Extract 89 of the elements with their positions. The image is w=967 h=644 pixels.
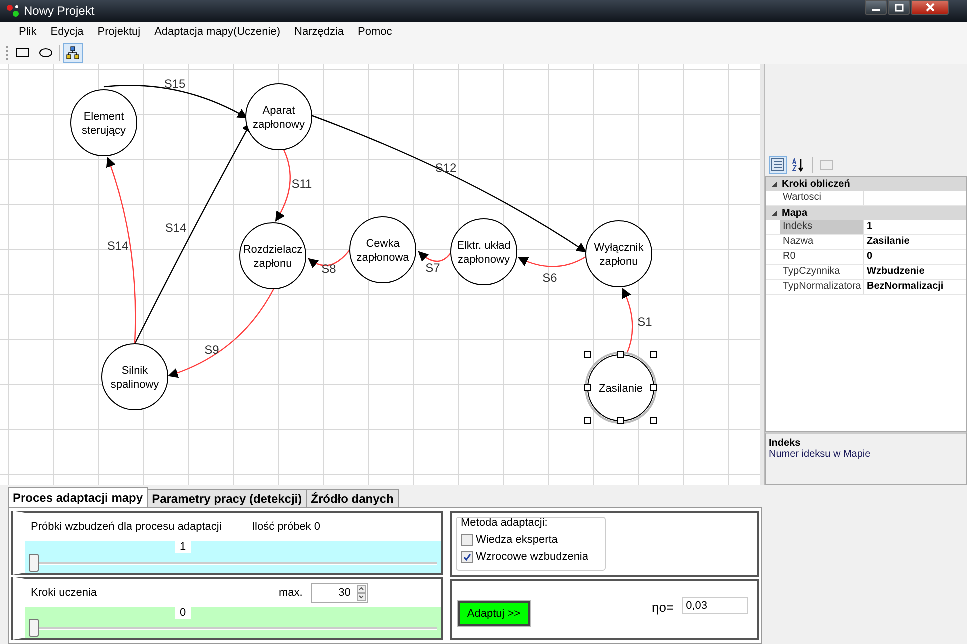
edge-label: S7 bbox=[426, 261, 440, 275]
expand-icon[interactable] bbox=[770, 180, 778, 188]
map-node[interactable] bbox=[70, 90, 138, 156]
resize-handle[interactable] bbox=[618, 352, 624, 358]
steps-label: Kroki uczenia bbox=[31, 586, 98, 598]
sample-count: Ilość próbek 0 bbox=[252, 521, 320, 533]
resize-handle[interactable] bbox=[584, 384, 592, 392]
resize-handle[interactable] bbox=[584, 418, 592, 424]
map-node[interactable] bbox=[350, 216, 416, 284]
map-node[interactable] bbox=[450, 218, 518, 286]
close-button[interactable] bbox=[911, 0, 949, 15]
app-icon bbox=[6, 4, 20, 18]
property-value[interactable]: 1 bbox=[864, 220, 966, 234]
hierarchy-icon[interactable] bbox=[63, 43, 83, 63]
property-name[interactable]: Indeks bbox=[780, 220, 864, 234]
tab[interactable]: Proces adaptacji mapy bbox=[8, 487, 148, 507]
edge-label: S6 bbox=[542, 271, 558, 285]
edge-label: S12 bbox=[435, 161, 457, 175]
edge-label: S9 bbox=[204, 343, 220, 357]
node-label: Aparat zapłonowy bbox=[253, 105, 305, 131]
property-name[interactable]: R0 bbox=[780, 250, 864, 264]
eta-field[interactable]: 0,03 bbox=[682, 597, 748, 614]
map-node[interactable] bbox=[246, 84, 312, 150]
adapt-button[interactable]: Adaptuj >> bbox=[458, 601, 530, 626]
node-label: Cewka zapłonowa bbox=[356, 238, 410, 264]
check-icon bbox=[462, 552, 472, 562]
property-name[interactable]: TypCzynnika bbox=[780, 265, 864, 279]
edge-label: S8 bbox=[322, 262, 336, 276]
samples-label: Próbki wzbudzeń dla procesu adaptacji bbox=[31, 521, 223, 533]
description-text: Numer ideksu w Mapie bbox=[769, 449, 872, 460]
slider-thumb[interactable] bbox=[29, 554, 39, 572]
categorized-icon[interactable] bbox=[769, 156, 787, 174]
maximize-button[interactable] bbox=[888, 0, 910, 15]
method-checkbox[interactable]: Wzrocowe wzbudzenia bbox=[461, 551, 601, 563]
slider-value: 1 bbox=[175, 541, 192, 553]
method-checkbox[interactable]: Wiedza eksperta bbox=[461, 534, 601, 546]
group-title: Metoda adaptacji: bbox=[461, 517, 549, 529]
tab[interactable]: Źródło danych bbox=[306, 489, 399, 507]
property-value[interactable]: BezNormalizacji bbox=[864, 280, 966, 294]
description-title: Indeks bbox=[769, 438, 802, 449]
node-label: Silnik spalinowy bbox=[110, 365, 160, 391]
map-node[interactable] bbox=[240, 222, 306, 290]
edge-label: S15 bbox=[164, 77, 186, 91]
property-category[interactable]: Mapa bbox=[766, 206, 966, 220]
edge-label: S1 bbox=[638, 315, 652, 329]
tab[interactable]: Parametry pracy (detekcji) bbox=[147, 489, 308, 507]
node-label: Wyłącznik zapłonu bbox=[594, 242, 644, 268]
map-node[interactable] bbox=[102, 344, 168, 410]
samples-slider[interactable] bbox=[29, 554, 437, 572]
menu-item[interactable]: Narzędzia bbox=[288, 26, 352, 38]
property-name[interactable]: Nazwa bbox=[780, 235, 864, 249]
resize-handle[interactable] bbox=[584, 352, 592, 358]
menu-item[interactable]: Plik bbox=[12, 26, 44, 38]
steps-slider[interactable] bbox=[29, 619, 437, 637]
property-category[interactable]: Kroki obliczeń bbox=[766, 177, 966, 191]
node-label: Element sterujący bbox=[82, 111, 126, 137]
selection-ring bbox=[585, 352, 657, 424]
eta-label: ηo= bbox=[652, 600, 674, 615]
expand-icon[interactable] bbox=[770, 210, 778, 216]
close-icon bbox=[926, 3, 934, 12]
edge-label: S11 bbox=[292, 177, 312, 191]
maximize-icon bbox=[894, 4, 904, 12]
menu-item[interactable]: Adaptacja mapy(Uczenie) bbox=[148, 26, 288, 38]
minimize-button[interactable] bbox=[865, 0, 887, 15]
resize-handle[interactable] bbox=[650, 418, 658, 424]
max-label: max. bbox=[279, 586, 303, 598]
node-label: Zasilanie bbox=[598, 383, 644, 395]
resize-handle[interactable] bbox=[618, 418, 624, 424]
edge-label: S14 bbox=[107, 239, 129, 253]
property-name[interactable]: Wartosci bbox=[780, 191, 864, 205]
map-node[interactable] bbox=[586, 220, 652, 288]
node-label: Elktr. układ zapłonowy bbox=[457, 240, 511, 266]
max-spin-field[interactable]: 30 bbox=[310, 582, 368, 602]
edge-label: S14 bbox=[165, 221, 187, 235]
menu-item[interactable]: Pomoc bbox=[351, 26, 400, 38]
spin-arrows-icon[interactable] bbox=[356, 584, 366, 600]
node-label: Rozdzielacz zapłonu bbox=[243, 244, 303, 270]
menu-item[interactable]: Edycja bbox=[44, 26, 91, 38]
resize-handle[interactable] bbox=[650, 384, 658, 392]
slider-value: 0 bbox=[175, 606, 192, 618]
slider-thumb[interactable] bbox=[29, 619, 39, 637]
property-value[interactable]: Wzbudzenie bbox=[864, 265, 966, 279]
resize-handle[interactable] bbox=[650, 352, 658, 358]
property-name[interactable]: TypNormalizatora bbox=[780, 280, 864, 294]
map-node[interactable] bbox=[588, 354, 654, 422]
menu-item[interactable]: Projektuj bbox=[90, 26, 148, 38]
property-value[interactable]: Zasilanie bbox=[864, 235, 966, 249]
property-value[interactable]: 0 bbox=[864, 250, 966, 264]
window-title: Nowy Projekt bbox=[24, 4, 95, 18]
